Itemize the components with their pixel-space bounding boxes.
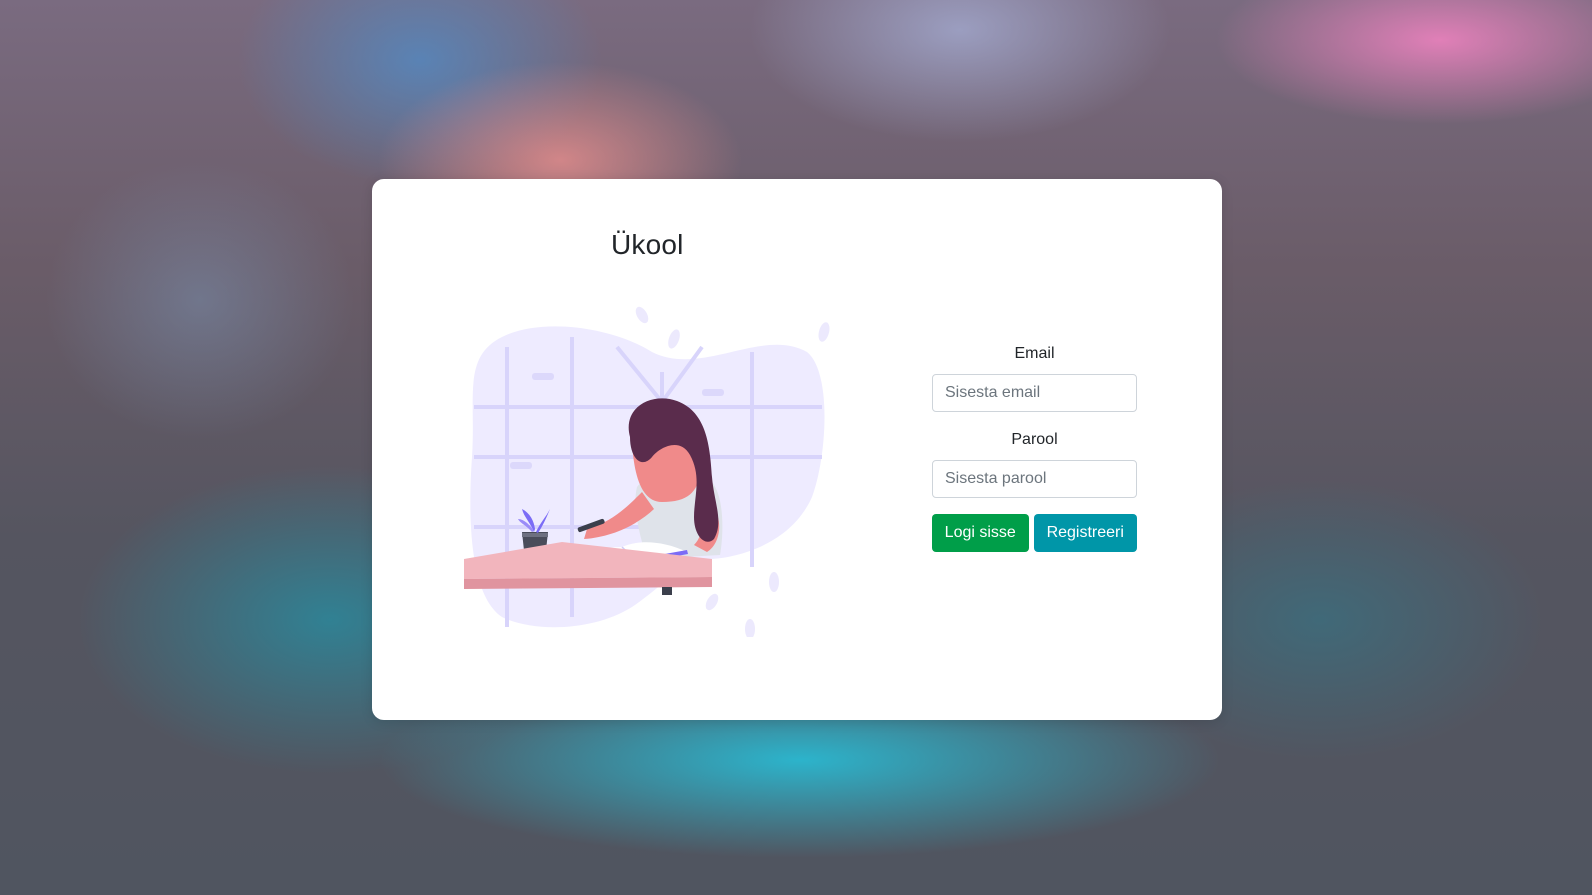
email-group: Email [932,344,1137,412]
login-form: Email Parool Logi sisse Registreeri [932,344,1137,552]
password-group: Parool [932,430,1137,498]
woman-writing-illustration [464,306,830,637]
email-input[interactable] [932,374,1137,412]
email-label: Email [1014,345,1055,362]
login-card: Ükool Email Sisesta email Parool Logi si… [372,179,1222,720]
app-title: Ükool [611,229,684,260]
register-button[interactable]: Registreeri [1033,514,1137,552]
password-label: Parool [1011,431,1058,448]
form-actions: Logi sisse Registreeri [932,514,1137,552]
login-button[interactable]: Logi sisse [932,514,1029,552]
password-input[interactable] [932,460,1137,498]
